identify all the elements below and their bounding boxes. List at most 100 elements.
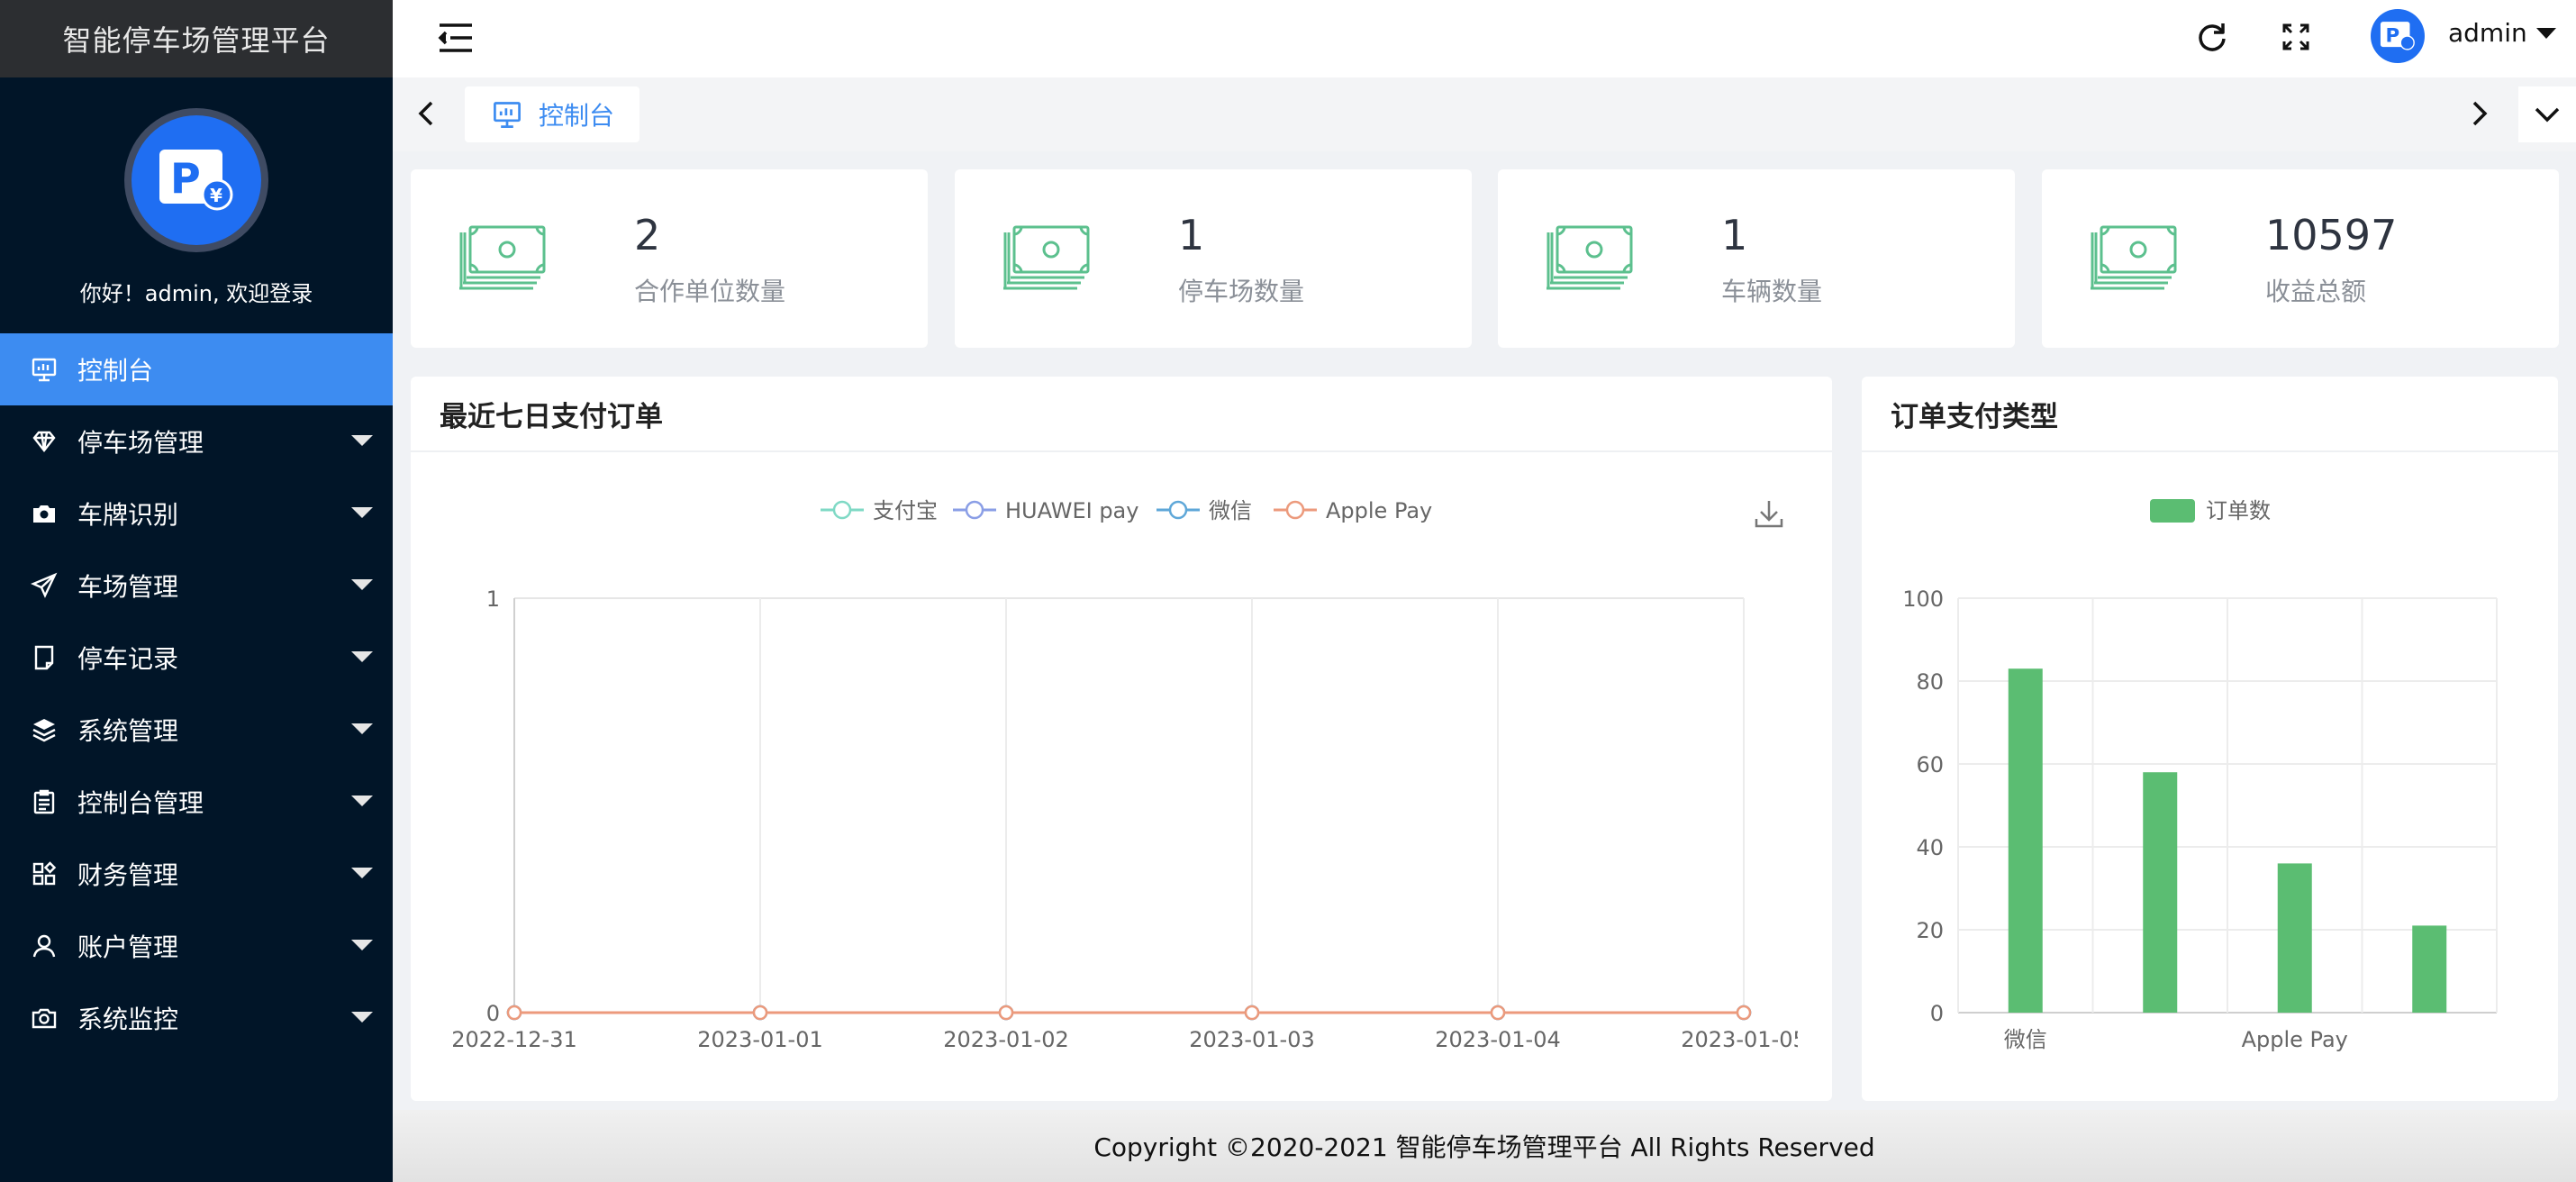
clipboard-icon — [31, 788, 58, 815]
camera-icon — [31, 500, 58, 527]
chevron-down-icon — [351, 868, 373, 878]
download-icon[interactable] — [1755, 501, 1783, 528]
sidebar-item-label: 停车场管理 — [77, 428, 204, 458]
camera-outline-icon — [31, 1005, 58, 1032]
sidebar-item-label: 系统监控 — [77, 1005, 179, 1034]
stat-value: 1 — [1721, 211, 1748, 259]
legend-label: Apple Pay — [1326, 498, 1432, 523]
chevron-down-icon — [351, 940, 373, 950]
x-tick-label: 2023-01-01 — [697, 1027, 822, 1052]
tabs-bar: 控制台 — [393, 77, 2576, 151]
legend-marker — [965, 500, 984, 520]
y-tick-label: 20 — [1916, 918, 1944, 943]
y-tick-label: 0 — [486, 1001, 500, 1026]
legend-label: 订单数 — [2206, 498, 2271, 523]
x-tick-label: Apple Pay — [2242, 1027, 2348, 1052]
avatar[interactable]: P ¥ — [124, 108, 268, 252]
stat-value: 2 — [634, 211, 661, 259]
parking-logo-icon: P ¥ — [159, 150, 233, 211]
layers-icon — [31, 716, 58, 743]
data-point — [1244, 1005, 1260, 1021]
chevron-down-icon — [2535, 107, 2560, 123]
stat-label: 停车场数量 — [1178, 277, 1305, 306]
stat-label: 车辆数量 — [1721, 277, 1823, 306]
chevron-down-icon — [351, 723, 373, 734]
chevron-down-icon — [351, 651, 373, 662]
legend-marker — [1168, 500, 1188, 520]
sidebar-item-dashboard[interactable]: 控制台 — [0, 333, 393, 405]
legend-marker — [832, 500, 852, 520]
copyright-text: Copyright ©2020-2021 智能停车场管理平台 All Right… — [1093, 1132, 1875, 1162]
sidebar-item-monitoring[interactable]: 系统监控 — [0, 982, 393, 1054]
fullscreen-icon[interactable] — [2275, 16, 2317, 58]
tab-dashboard[interactable]: 控制台 — [465, 86, 639, 142]
sidebar-item-label: 车牌识别 — [77, 500, 179, 530]
x-tick-label: 2023-01-05 — [1681, 1027, 1806, 1052]
stat-card-revenue: 10597 收益总额 — [2042, 169, 2559, 348]
bar — [2277, 863, 2312, 1013]
sidebar-item-plate-recognition[interactable]: 车牌识别 — [0, 477, 393, 550]
line-chart-panel: 最近七日支付订单 0 1 2022-12-31 2023-01-01 2023-01-0… — [411, 377, 1832, 1101]
svg-text:P: P — [170, 154, 201, 203]
sidebar-item-label: 控制台管理 — [77, 788, 204, 818]
bar — [2412, 925, 2447, 1013]
sidebar-item-parking-records[interactable]: 停车记录 — [0, 622, 393, 694]
sidebar-item-yard-management[interactable]: 车场管理 — [0, 550, 393, 622]
bar — [2143, 772, 2178, 1013]
svg-text:¥: ¥ — [210, 185, 222, 206]
send-icon — [31, 572, 58, 599]
stat-label: 收益总额 — [2265, 277, 2367, 306]
sidebar-item-label: 停车记录 — [77, 644, 179, 674]
sidebar-item-label: 控制台 — [77, 356, 154, 386]
sidebar-item-label: 财务管理 — [77, 860, 179, 890]
x-tick-label: 2023-01-02 — [943, 1027, 1068, 1052]
tabs-dropdown[interactable] — [2518, 86, 2576, 142]
chevron-left-icon[interactable] — [409, 95, 445, 132]
y-tick-label: 80 — [1916, 669, 1944, 695]
sidebar-menu: 控制台 停车场管理 车牌识别 车场管理 停车记录 系统管理 控制台管理 财务管理… — [0, 333, 393, 1054]
x-tick-label: 微信 — [2004, 1027, 2047, 1052]
data-point — [998, 1005, 1014, 1021]
sidebar-item-system-management[interactable]: 系统管理 — [0, 694, 393, 766]
y-tick-label: 100 — [1902, 586, 1944, 612]
stat-value: 1 — [1178, 211, 1205, 259]
footer: Copyright ©2020-2021 智能停车场管理平台 All Right… — [393, 1110, 2576, 1182]
sidebar-item-finance[interactable]: 财务管理 — [0, 838, 393, 910]
profile-area: P ¥ 你好！admin, 欢迎登录 — [0, 77, 393, 333]
sidebar-item-console-management[interactable]: 控制台管理 — [0, 766, 393, 838]
sidebar-item-accounts[interactable]: 账户管理 — [0, 910, 393, 982]
user-avatar[interactable]: P — [2371, 9, 2425, 63]
money-icon — [2091, 225, 2177, 290]
legend-marker — [1285, 500, 1305, 520]
sidebar-item-parking-lot[interactable]: 停车场管理 — [0, 405, 393, 477]
menu-fold-icon[interactable] — [436, 18, 476, 58]
legend-label: 微信 — [1209, 498, 1252, 523]
caret-down-icon — [2535, 27, 2556, 39]
chevron-right-icon[interactable] — [2461, 95, 2497, 132]
money-icon — [459, 225, 546, 290]
money-icon — [1003, 225, 1090, 290]
stat-card-vehicles: 1 车辆数量 — [1498, 169, 2015, 348]
tab-label: 控制台 — [539, 101, 615, 131]
monitor-icon — [494, 102, 521, 128]
data-point — [506, 1005, 522, 1021]
stat-value: 10597 — [2265, 211, 2398, 259]
data-point — [752, 1005, 768, 1021]
chevron-down-icon — [351, 579, 373, 590]
document-icon — [31, 644, 58, 671]
x-tick-label: 2023-01-04 — [1435, 1027, 1560, 1052]
refresh-icon[interactable] — [2191, 16, 2232, 58]
data-point — [1736, 1005, 1752, 1021]
stat-card-partners: 2 合作单位数量 — [411, 169, 928, 348]
username: admin — [2448, 18, 2527, 48]
x-tick-label: 2022-12-31 — [451, 1027, 576, 1052]
chevron-down-icon — [351, 796, 373, 806]
sidebar-item-label: 车场管理 — [77, 572, 179, 602]
stat-card-parking-lots: 1 停车场数量 — [955, 169, 1472, 348]
chevron-down-icon — [351, 435, 373, 446]
user-dropdown[interactable]: admin — [2448, 18, 2556, 48]
legend-marker — [2150, 499, 2195, 523]
app-title: 智能停车场管理平台 — [0, 0, 393, 77]
legend-label: HUAWEI pay — [1005, 498, 1138, 523]
money-icon — [1547, 225, 1633, 290]
